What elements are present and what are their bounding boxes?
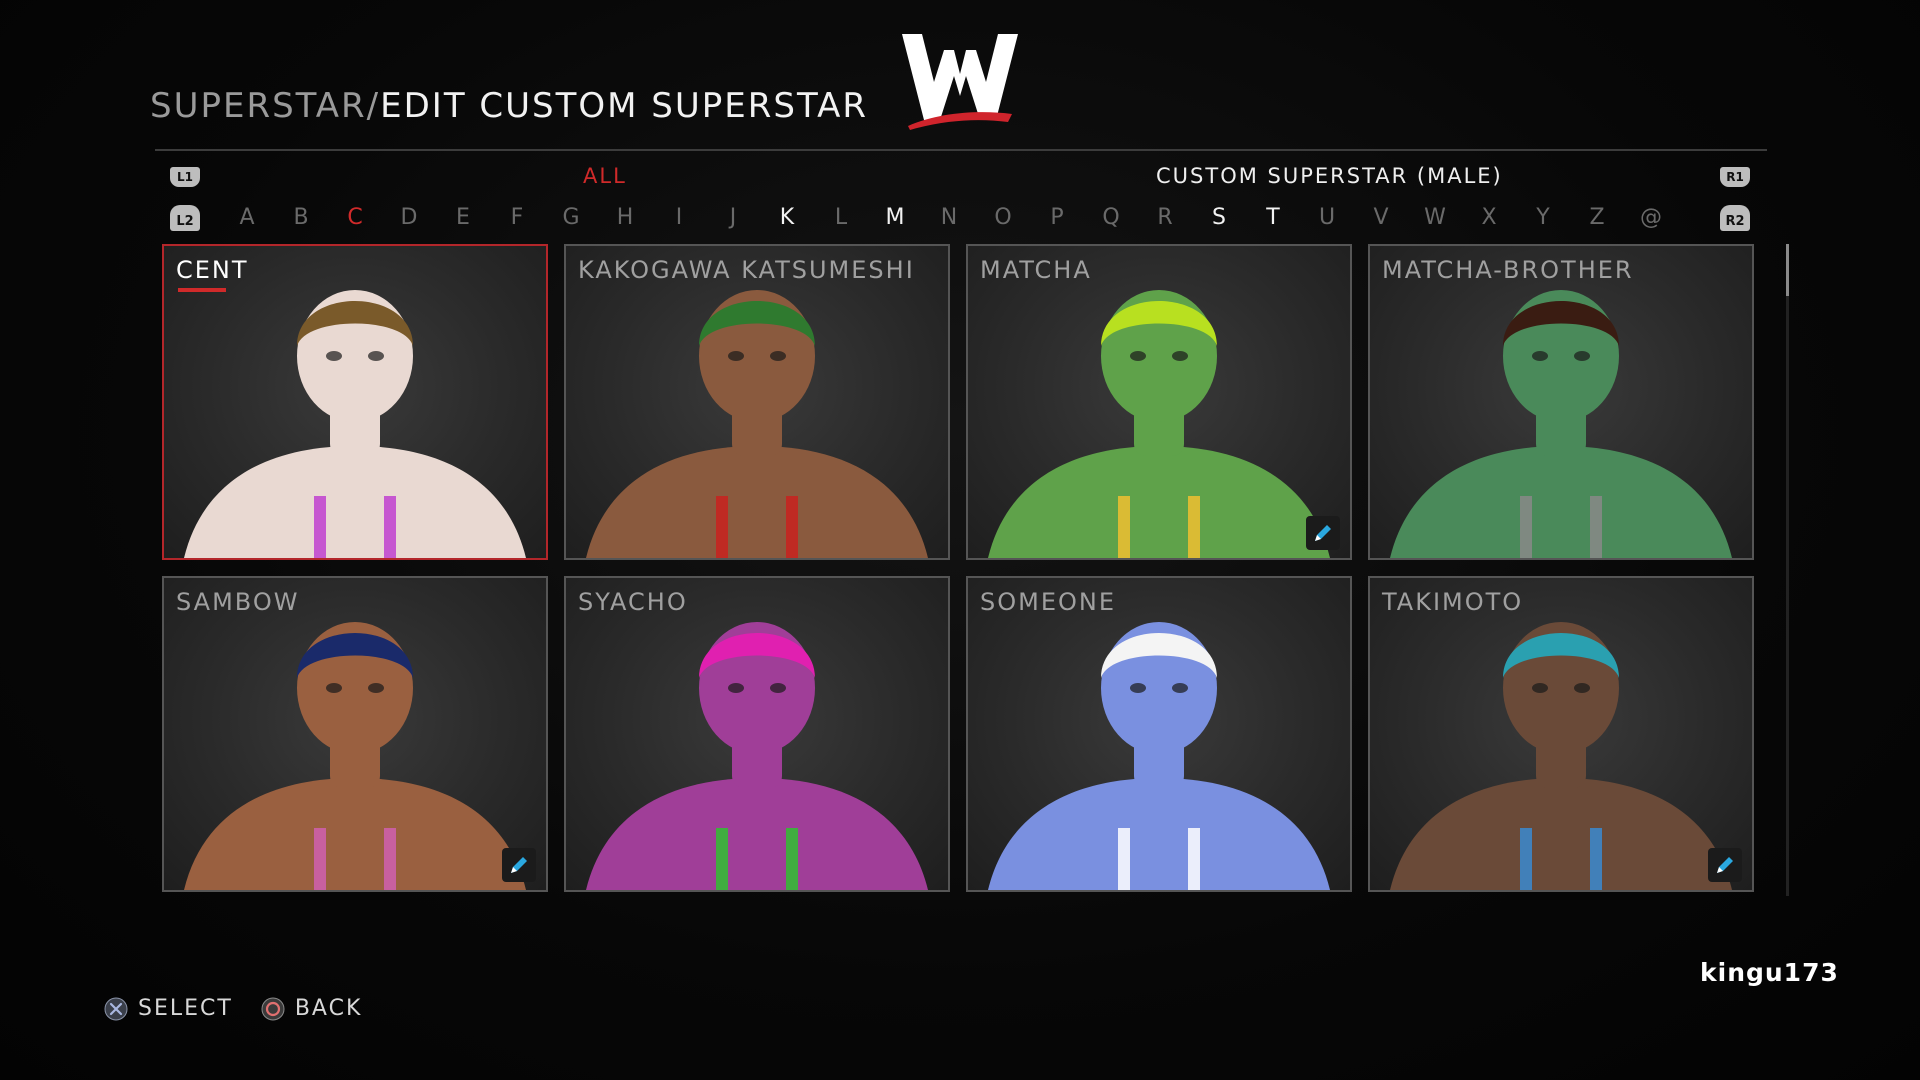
superstar-card[interactable]: KAKOGAWA KATSUMESHI <box>564 244 950 560</box>
edit-pencil-icon <box>1306 516 1340 550</box>
superstar-portrait <box>184 290 526 558</box>
superstar-card[interactable]: MATCHA-BROTHER <box>1368 244 1754 560</box>
screen-title: EDIT CUSTOM SUPERSTAR <box>380 86 868 126</box>
letter-filter-x[interactable]: X <box>1474 205 1504 230</box>
letter-filter-w[interactable]: W <box>1420 205 1450 230</box>
superstar-name: MATCHA-BROTHER <box>1382 256 1634 284</box>
letter-filter-at[interactable]: @ <box>1636 205 1666 230</box>
superstar-grid: CENT KAKOGAWA KATSUMESHI MATCHA MATCHA-BROT… <box>162 244 1762 896</box>
letter-filter-c[interactable]: C <box>340 205 370 230</box>
superstar-portrait <box>1390 622 1732 890</box>
letter-filter-l[interactable]: L <box>826 205 856 230</box>
superstar-portrait <box>184 622 526 890</box>
superstar-card[interactable]: SOMEONE <box>966 576 1352 892</box>
superstar-portrait <box>988 290 1330 558</box>
letter-filter-e[interactable]: E <box>448 205 478 230</box>
superstar-name: KAKOGAWA KATSUMESHI <box>578 256 915 284</box>
letter-filter-v[interactable]: V <box>1366 205 1396 230</box>
selection-underline <box>178 288 226 292</box>
letter-filter-y[interactable]: Y <box>1528 205 1558 230</box>
superstar-card[interactable]: SAMBOW <box>162 576 548 892</box>
scrollbar-thumb[interactable] <box>1786 244 1789 296</box>
edit-pencil-icon <box>502 848 536 882</box>
superstar-portrait <box>586 622 928 890</box>
back-label: BACK <box>294 996 363 1021</box>
letter-filter-j[interactable]: J <box>718 205 748 230</box>
filter-all-tab[interactable]: ALL <box>583 164 627 188</box>
user-watermark: kingu173 <box>1700 958 1839 987</box>
edit-pencil-icon <box>1708 848 1742 882</box>
letter-filter-z[interactable]: Z <box>1582 205 1612 230</box>
letter-filter-d[interactable]: D <box>394 205 424 230</box>
scrollbar[interactable] <box>1786 244 1789 896</box>
wwe-logo-icon <box>902 34 1018 130</box>
letter-filter-b[interactable]: B <box>286 205 316 230</box>
select-label: SELECT <box>138 996 233 1021</box>
letter-filter-i[interactable]: I <box>664 205 694 230</box>
superstar-name: CENT <box>176 256 249 284</box>
superstar-name: SOMEONE <box>980 588 1117 616</box>
superstar-name: MATCHA <box>980 256 1092 284</box>
header-divider <box>155 149 1767 151</box>
superstar-name: SYACHO <box>578 588 688 616</box>
letter-filter-m[interactable]: M <box>880 205 910 230</box>
superstar-card[interactable]: CENT <box>162 244 548 560</box>
superstar-card[interactable]: MATCHA <box>966 244 1352 560</box>
r1-button[interactable]: R1 <box>1720 167 1750 187</box>
r2-button[interactable]: R2 <box>1720 205 1750 231</box>
superstar-portrait <box>586 290 928 558</box>
back-hint[interactable]: BACK <box>261 996 363 1021</box>
l1-button[interactable]: L1 <box>170 167 200 187</box>
letter-filter-s[interactable]: S <box>1204 205 1234 230</box>
letter-filter-p[interactable]: P <box>1042 205 1072 230</box>
breadcrumb: SUPERSTAR/ <box>150 86 381 126</box>
select-hint[interactable]: SELECT <box>104 996 233 1021</box>
cross-button-icon <box>104 997 128 1020</box>
superstar-name: TAKIMOTO <box>1382 588 1524 616</box>
letter-filter-r[interactable]: R <box>1150 205 1180 230</box>
letter-filter-g[interactable]: G <box>556 205 586 230</box>
edit-custom-superstar-screen: SUPERSTAR/EDIT CUSTOM SUPERSTAR L1 ALL C… <box>0 0 1920 1080</box>
letter-filter-q[interactable]: Q <box>1096 205 1126 230</box>
alphabet-filter: A B C D E F G H I J K L M N O P Q R S T U V W X Y Z @ <box>232 205 1690 235</box>
letter-filter-h[interactable]: H <box>610 205 640 230</box>
superstar-card[interactable]: TAKIMOTO <box>1368 576 1754 892</box>
letter-filter-f[interactable]: F <box>502 205 532 230</box>
letter-filter-n[interactable]: N <box>934 205 964 230</box>
page-title: SUPERSTAR/EDIT CUSTOM SUPERSTAR <box>150 86 868 126</box>
l2-button[interactable]: L2 <box>170 205 200 231</box>
letter-filter-k[interactable]: K <box>772 205 802 230</box>
circle-button-icon <box>261 997 285 1020</box>
superstar-name: SAMBOW <box>176 588 300 616</box>
letter-filter-o[interactable]: O <box>988 205 1018 230</box>
superstar-portrait <box>988 622 1330 890</box>
superstar-card[interactable]: SYACHO <box>564 576 950 892</box>
category-label: CUSTOM SUPERSTAR (MALE) <box>1156 164 1503 188</box>
letter-filter-t[interactable]: T <box>1258 205 1288 230</box>
letter-filter-u[interactable]: U <box>1312 205 1342 230</box>
button-hints: SELECT BACK <box>104 996 378 1021</box>
superstar-portrait <box>1390 290 1732 558</box>
letter-filter-a[interactable]: A <box>232 205 262 230</box>
